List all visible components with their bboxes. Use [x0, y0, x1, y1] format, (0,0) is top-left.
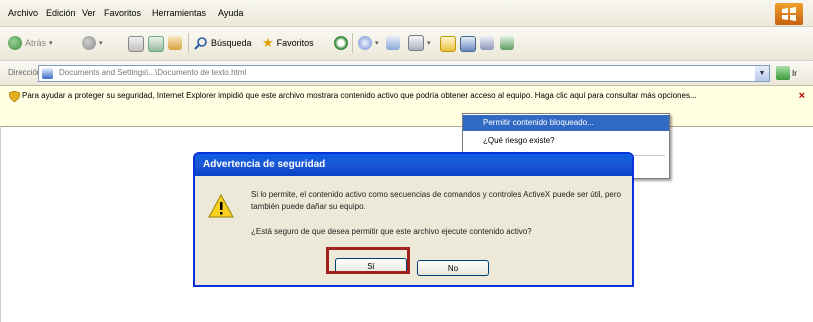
windows-logo-icon — [775, 3, 803, 25]
edit-icon[interactable] — [440, 36, 456, 52]
dialog-titlebar[interactable]: Advertencia de seguridad — [195, 154, 632, 176]
print-button[interactable]: ▾ — [408, 35, 431, 51]
menu-item-what-risk[interactable]: ¿Qué riesgo existe? — [463, 133, 669, 149]
search-label: Búsqueda — [211, 38, 252, 48]
search-button[interactable]: Búsqueda — [194, 35, 252, 51]
back-arrow-icon — [8, 36, 22, 50]
go-arrow-icon — [776, 66, 790, 80]
toolbar-divider — [352, 33, 353, 53]
menu-edicion[interactable]: Edición — [46, 8, 76, 18]
menu-archivo[interactable]: Archivo — [8, 8, 38, 18]
forward-arrow-icon — [82, 36, 96, 50]
warning-icon — [208, 194, 234, 218]
media-icon[interactable] — [334, 36, 348, 50]
back-button[interactable]: Atrás ▾ — [8, 35, 53, 51]
chevron-down-icon: ▾ — [427, 40, 431, 47]
address-input[interactable]: Documents and Settings\...\Documento de … — [38, 65, 770, 82]
chevron-down-icon: ▾ — [49, 40, 53, 47]
close-icon[interactable]: × — [799, 90, 805, 102]
home-icon[interactable] — [168, 36, 182, 50]
page-icon — [42, 68, 53, 79]
menu-bar: Archivo Edición Ver Favoritos Herramient… — [0, 0, 813, 27]
no-button[interactable]: No — [417, 260, 489, 276]
menu-ver[interactable]: Ver — [82, 8, 96, 18]
menu-ayuda[interactable]: Ayuda — [218, 8, 243, 18]
security-warning-dialog: Advertencia de seguridad Si lo permite, … — [193, 152, 634, 287]
menu-item-allow-blocked-content[interactable]: Permitir contenido bloqueado... — [463, 115, 669, 131]
dialog-title: Advertencia de seguridad — [203, 159, 326, 170]
dialog-question: ¿Está seguro de que desea permitir que e… — [251, 227, 532, 236]
star-icon: ★ — [262, 35, 274, 50]
history-button[interactable]: ▾ — [358, 35, 379, 51]
infobar-message: Para ayudar a proteger su seguridad, Int… — [22, 91, 697, 100]
research-icon[interactable] — [480, 36, 494, 50]
dialog-message: Si lo permite, el contenido activo como … — [251, 190, 621, 211]
yes-button-highlight — [326, 247, 410, 274]
forward-button[interactable]: ▾ — [82, 35, 103, 51]
chevron-down-icon: ▾ — [99, 40, 103, 47]
menu-herramientas[interactable]: Herramientas — [152, 8, 206, 18]
menu-favoritos[interactable]: Favoritos — [104, 8, 141, 18]
history-icon — [358, 36, 372, 50]
address-dropdown-icon[interactable]: ▼ — [755, 66, 769, 81]
go-button[interactable]: Ir — [776, 66, 797, 80]
discuss-icon[interactable] — [460, 36, 476, 52]
stop-icon[interactable] — [128, 36, 144, 52]
go-label: Ir — [792, 68, 797, 78]
favorites-label: Favoritos — [276, 38, 314, 48]
shield-icon — [9, 91, 20, 102]
search-icon — [194, 37, 207, 50]
information-bar[interactable]: Para ayudar a proteger su seguridad, Int… — [0, 86, 813, 127]
address-label: Dirección — [8, 68, 42, 77]
address-value: Documents and Settings\...\Documento de … — [59, 68, 247, 77]
toolbar-divider — [188, 33, 189, 53]
messenger-icon[interactable] — [500, 36, 514, 50]
favorites-button[interactable]: ★ Favoritos — [262, 35, 314, 51]
address-bar: Dirección Documents and Settings\...\Doc… — [0, 61, 813, 86]
chevron-down-icon: ▾ — [375, 40, 379, 47]
refresh-icon[interactable] — [148, 36, 164, 52]
print-icon — [408, 35, 424, 51]
content-frame-border — [0, 126, 1, 322]
mail-icon[interactable] — [386, 36, 400, 50]
back-label: Atrás — [25, 38, 47, 48]
toolbar: Atrás ▾ ▾ Búsqueda ★ Favoritos ▾ ▾ — [0, 27, 813, 61]
